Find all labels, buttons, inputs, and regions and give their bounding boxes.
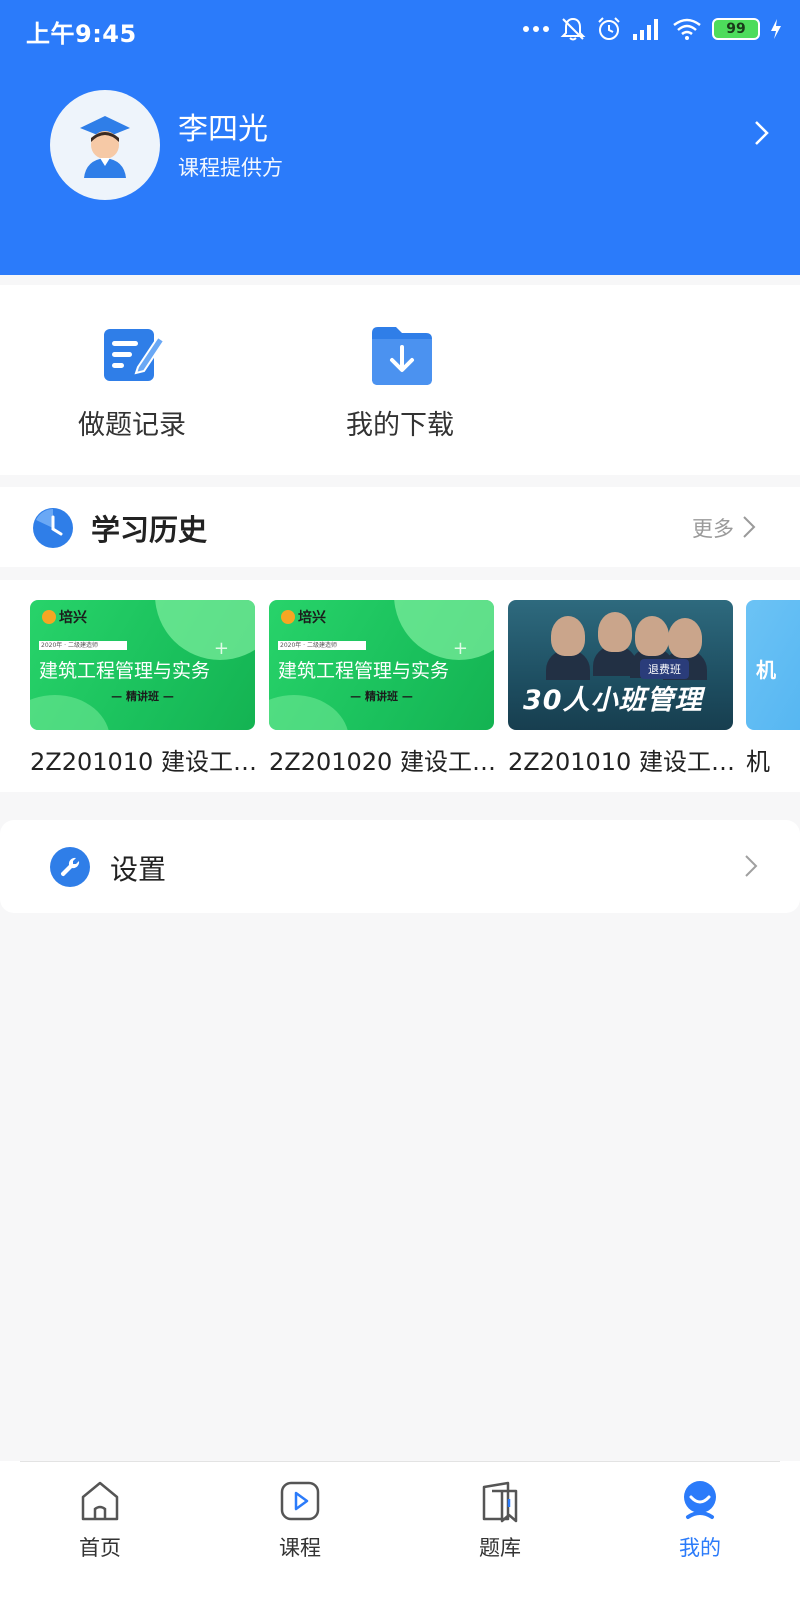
quick-action-label: 我的下载 [346,410,454,441]
quick-action-label: 做题记录 [78,410,186,441]
nav-item-home[interactable]: 首页 [40,1475,160,1585]
question-bank-icon [482,1481,518,1523]
history-card-caption: 2Z201010 建设工… [30,748,255,776]
plus-icon: + [452,638,468,659]
nav-item-mine[interactable]: 我的 [640,1475,760,1585]
charging-icon [771,19,781,39]
profile-role: 课程提供方 [178,156,283,180]
nav-item-question-bank[interactable]: 题库 [440,1475,560,1585]
study-history-header: 学习历史 更多 [0,487,800,567]
history-card-caption: 机 [746,748,770,776]
student-avatar-icon [80,116,130,178]
download-folder-icon [372,327,432,385]
home-icon [81,1481,119,1521]
nav-label: 我的 [679,1536,721,1560]
settings-label: 设置 [110,853,167,886]
more-link-label: 更多 [692,517,734,541]
thumbnail-title: 机 [756,658,776,682]
history-card[interactable]: 退费班 30人小班管理 2Z201010 建设工… [508,600,733,777]
profile-header: 上午9:45 99 李四光 课程提供方 [0,0,800,275]
bell-off-icon [560,17,586,41]
thumbnail-headline: 30人小班管理 [523,685,703,716]
thumbnail-subtitle: — 精讲班 — [350,690,413,703]
thumbnail-strip: 2020年 · 二级建造师 [39,641,127,650]
course-thumbnail[interactable]: 退费班 30人小班管理 [508,600,733,730]
edit-note-icon [104,329,166,381]
study-history-title: 学习历史 [91,513,208,547]
nav-item-courses[interactable]: 课程 [240,1475,360,1585]
profile-icon [684,1481,716,1519]
chevron-right-icon[interactable] [742,515,756,539]
alarm-icon [598,17,620,40]
nav-label: 首页 [79,1536,121,1560]
chevron-right-icon[interactable] [752,118,772,148]
quick-action-practice-records[interactable]: 做题记录 [32,285,232,475]
history-card-caption: 2Z201020 建设工… [269,748,494,776]
course-thumbnail[interactable]: 培兴 2020年 · 二级建造师 + 建筑工程管理与实务 — 精讲班 — [269,600,494,730]
status-bar: 上午9:45 99 [0,0,800,60]
brand-logo: 培兴 [281,607,326,627]
battery-icon: 99 [712,18,760,40]
signal-icon [633,19,658,40]
history-card[interactable]: 培兴 2020年 · 二级建造师 + 建筑工程管理与实务 — 精讲班 — 2Z2… [30,600,255,777]
study-history-list[interactable]: 培兴 2020年 · 二级建造师 + 建筑工程管理与实务 — 精讲班 — 2Z2… [0,580,800,792]
bottom-nav: 首页 课程 题库 我的 [0,1461,800,1600]
quick-action-my-downloads[interactable]: 我的下载 [300,285,500,475]
thumbnail-subtitle: — 精讲班 — [111,690,174,703]
status-icons: 99 [522,14,782,44]
battery-level: 99 [712,18,760,40]
clock-icon [33,508,73,548]
history-card[interactable]: 培兴 2020年 · 二级建造师 + 建筑工程管理与实务 — 精讲班 — 2Z2… [269,600,494,777]
brand-logo: 培兴 [42,607,87,627]
avatar[interactable] [50,90,160,200]
dots-icon [523,26,549,32]
plus-icon: + [213,638,229,659]
settings-row[interactable]: 设置 [0,820,800,913]
thumbnail-title: 建筑工程管理与实务 [278,660,450,682]
profile-row[interactable]: 李四光 课程提供方 [50,90,770,200]
bottom-nav-divider [20,1461,780,1462]
status-time: 上午9:45 [26,20,137,48]
wifi-icon [673,18,701,40]
thumbnail-tag: 退费班 [640,659,689,679]
play-course-icon [280,1481,320,1521]
profile-name: 李四光 [178,112,268,147]
nav-label: 课程 [279,1536,321,1560]
history-card[interactable]: 机 机 [746,600,800,777]
history-card-caption: 2Z201010 建设工… [508,748,733,776]
thumbnail-strip: 2020年 · 二级建造师 [278,641,366,650]
course-thumbnail[interactable]: 机 [746,600,800,730]
nav-label: 题库 [479,1536,521,1560]
thumbnail-title: 建筑工程管理与实务 [39,660,211,682]
course-thumbnail[interactable]: 培兴 2020年 · 二级建造师 + 建筑工程管理与实务 — 精讲班 — [30,600,255,730]
wrench-icon [50,847,90,887]
more-link[interactable]: 更多 [692,513,734,543]
quick-actions-card: 做题记录 我的下载 [0,285,800,475]
chevron-right-icon[interactable] [744,854,758,878]
